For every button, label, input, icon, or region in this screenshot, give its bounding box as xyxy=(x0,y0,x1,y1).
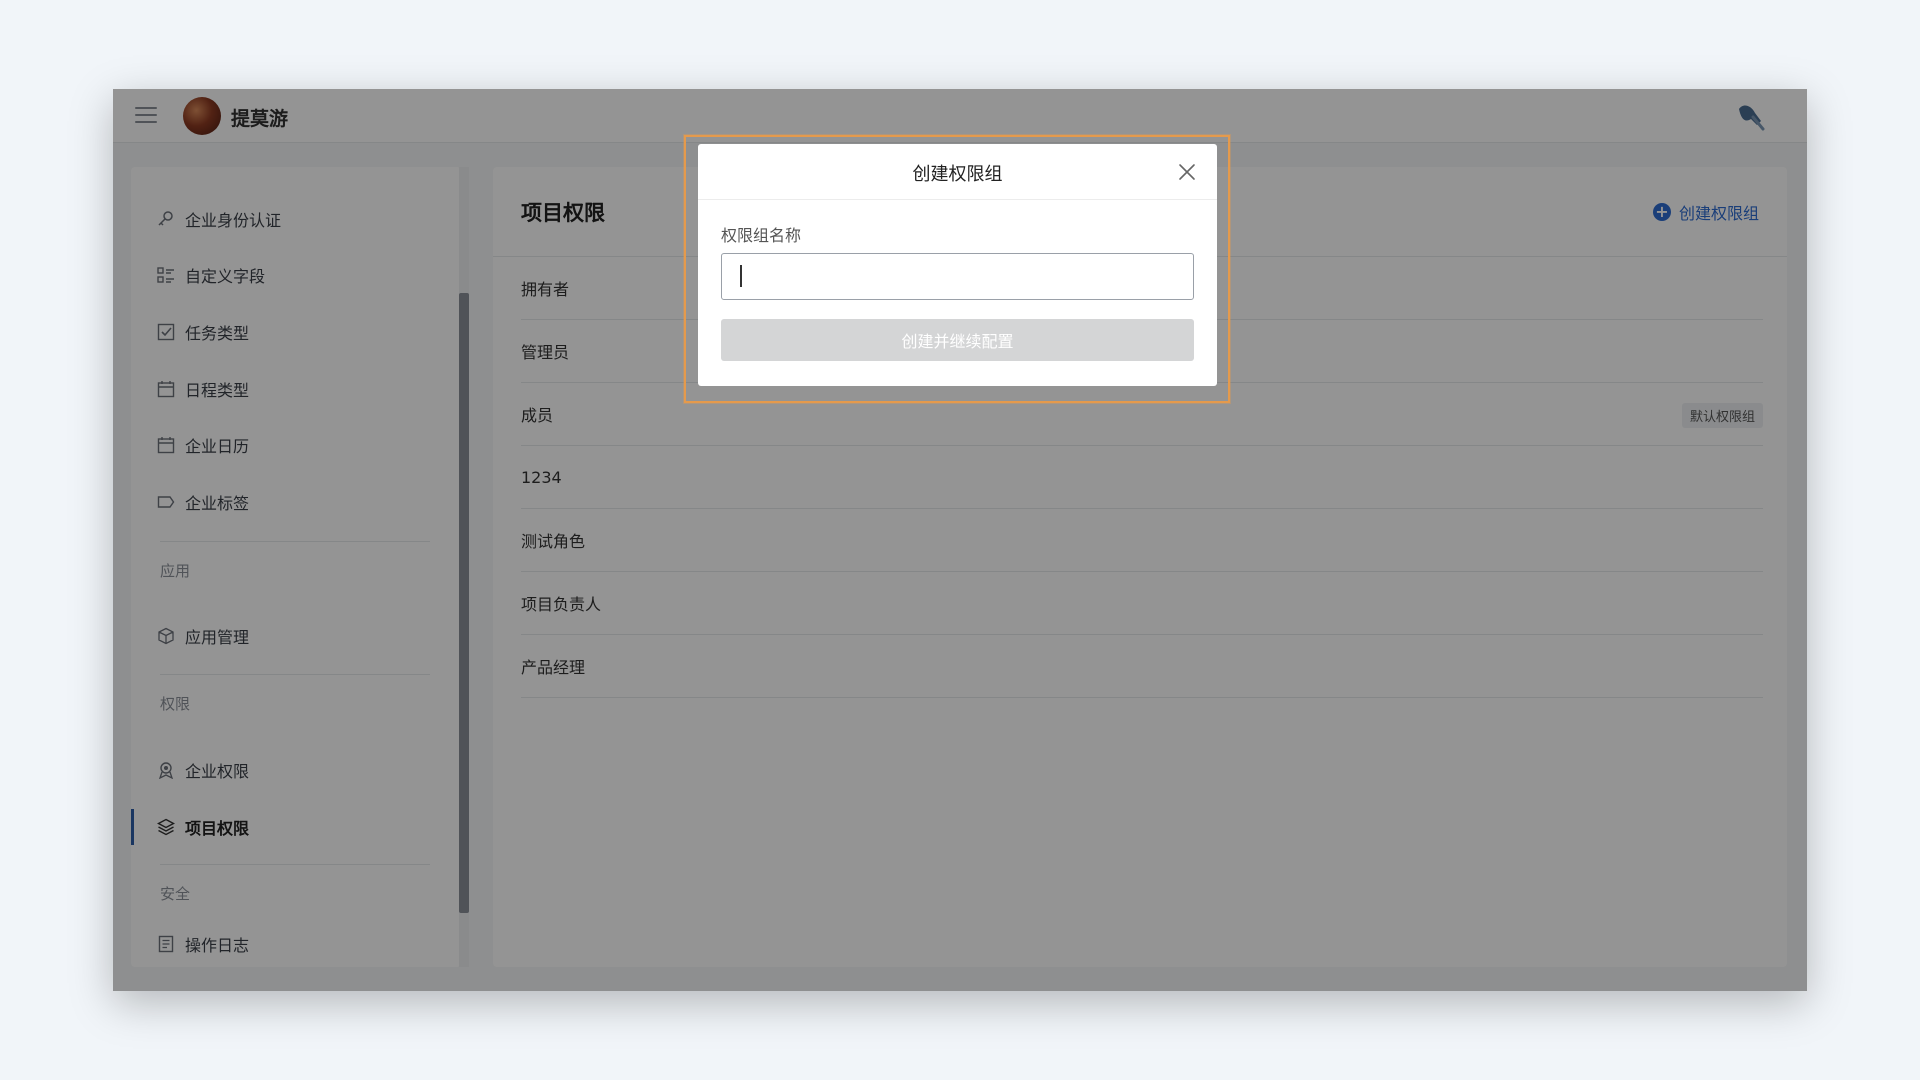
close-icon[interactable] xyxy=(1177,162,1197,182)
create-permission-group-dialog: 创建权限组 权限组名称 创建并继续配置 xyxy=(698,144,1217,386)
text-caret xyxy=(740,265,742,287)
app-window: 提莫游 企业身份认证 自定义字段 任务类型 日程类型 企业日历 企业标签 应用 … xyxy=(113,89,1807,991)
create-and-configure-button[interactable]: 创建并继续配置 xyxy=(721,319,1194,361)
dialog-title: 创建权限组 xyxy=(912,164,1003,185)
divider xyxy=(698,199,1217,200)
group-name-input[interactable] xyxy=(721,253,1194,300)
group-name-label: 权限组名称 xyxy=(721,226,802,245)
